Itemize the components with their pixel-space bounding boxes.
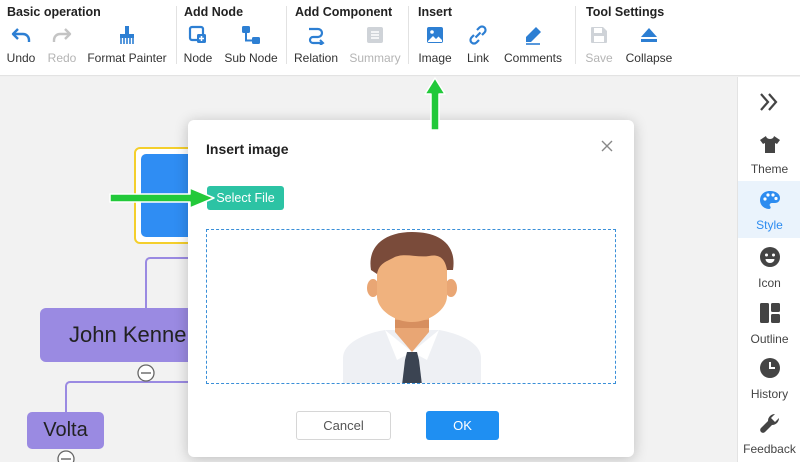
collapse-icon	[638, 24, 660, 46]
annotation-arrow-right	[109, 187, 215, 209]
tool-label: Relation	[293, 51, 339, 65]
node-button[interactable]: Node	[183, 24, 213, 68]
double-chevron-right-icon	[760, 93, 778, 111]
tool-label: Save	[585, 51, 613, 65]
group-title: Insert	[418, 5, 453, 19]
group-add-component: Add Component Relation Summary	[287, 0, 407, 72]
select-file-button[interactable]: Select File	[207, 186, 284, 210]
group-title: Add Component	[295, 5, 393, 19]
smiley-icon	[759, 246, 781, 273]
group-add-node: Add Node Node Sub Node	[177, 0, 285, 72]
tool-label: Image	[418, 51, 452, 65]
comments-button[interactable]: Comments	[503, 24, 563, 68]
node-icon	[187, 24, 209, 46]
sub-node-button[interactable]: Sub Node	[223, 24, 279, 68]
tshirt-icon	[759, 134, 781, 159]
panel-tab-label: Theme	[750, 162, 789, 176]
panel-tab-history[interactable]: History	[738, 357, 800, 405]
group-tool-settings: Tool Settings Save Collapse	[576, 0, 686, 72]
insert-image-dialog: Insert image Select File Cancel OK	[188, 120, 634, 457]
group-title: Tool Settings	[586, 5, 665, 19]
redo-icon	[51, 24, 73, 46]
panel-tab-label: History	[750, 387, 789, 401]
tool-label: Summary	[349, 51, 401, 65]
panel-tab-label: Feedback	[743, 442, 796, 456]
panel-tab-label: Style	[756, 218, 783, 232]
clock-icon	[759, 357, 781, 384]
tool-label: Format Painter	[87, 51, 167, 65]
right-panel: Theme Style Icon Outline History Feedbac…	[737, 77, 800, 462]
summary-icon	[364, 24, 386, 46]
format-painter-icon	[116, 24, 138, 46]
panel-tab-theme[interactable]: Theme	[738, 134, 800, 182]
summary-button[interactable]: Summary	[347, 24, 403, 68]
format-painter-button[interactable]: Format Painter	[87, 24, 167, 68]
tool-label: Redo	[47, 51, 77, 65]
outline-icon	[759, 302, 781, 329]
tool-label: Sub Node	[224, 51, 278, 65]
group-title: Basic operation	[7, 5, 101, 19]
toolbar: Basic operation Undo Redo Format Painter…	[0, 0, 800, 76]
palette-icon	[759, 190, 781, 215]
panel-tab-style[interactable]: Style	[738, 181, 800, 238]
relation-button[interactable]: Relation	[293, 24, 339, 68]
image-drop-zone[interactable]	[206, 229, 616, 384]
save-button[interactable]: Save	[585, 24, 613, 68]
cancel-button[interactable]: Cancel	[296, 411, 391, 440]
comments-icon	[522, 24, 544, 46]
tool-label: Node	[183, 51, 213, 65]
panel-tab-label: Outline	[750, 332, 789, 346]
person-avatar-image	[343, 232, 481, 383]
save-icon	[588, 24, 610, 46]
node-text: John Kenne	[69, 322, 187, 347]
panel-tab-feedback[interactable]: Feedback	[738, 412, 800, 460]
annotation-arrow-up	[424, 77, 446, 131]
image-button[interactable]: Image	[417, 24, 453, 68]
link-button[interactable]: Link	[463, 24, 493, 68]
group-basic-operation: Basic operation Undo Redo Format Painter	[0, 0, 175, 72]
panel-tab-label: Icon	[758, 276, 781, 290]
tool-label: Link	[466, 51, 489, 65]
group-title: Add Node	[184, 5, 244, 19]
close-button[interactable]	[600, 139, 614, 153]
close-icon	[601, 140, 613, 152]
tool-label: Undo	[6, 51, 36, 65]
collapse-button[interactable]: Collapse	[624, 24, 674, 68]
wrench-icon	[759, 412, 781, 439]
undo-button[interactable]: Undo	[5, 24, 37, 68]
relation-icon	[305, 24, 327, 46]
sub-node-icon	[240, 24, 262, 46]
image-icon	[424, 24, 446, 46]
node-text: Volta	[43, 419, 88, 441]
dialog-title: Insert image	[206, 141, 289, 157]
undo-icon	[10, 24, 32, 46]
node-john-kennedy[interactable]: John Kenne	[40, 308, 200, 362]
expand-panel-button[interactable]	[756, 91, 782, 113]
tool-label: Comments	[503, 51, 562, 65]
node-volta[interactable]: Volta	[27, 412, 104, 449]
link-icon	[467, 24, 489, 46]
panel-tab-outline[interactable]: Outline	[738, 302, 800, 350]
redo-button[interactable]: Redo	[46, 24, 78, 68]
panel-tab-icon[interactable]: Icon	[738, 246, 800, 294]
tool-label: Collapse	[625, 51, 673, 65]
group-insert: Insert Image Link Comments	[409, 0, 574, 72]
ok-button[interactable]: OK	[426, 411, 499, 440]
